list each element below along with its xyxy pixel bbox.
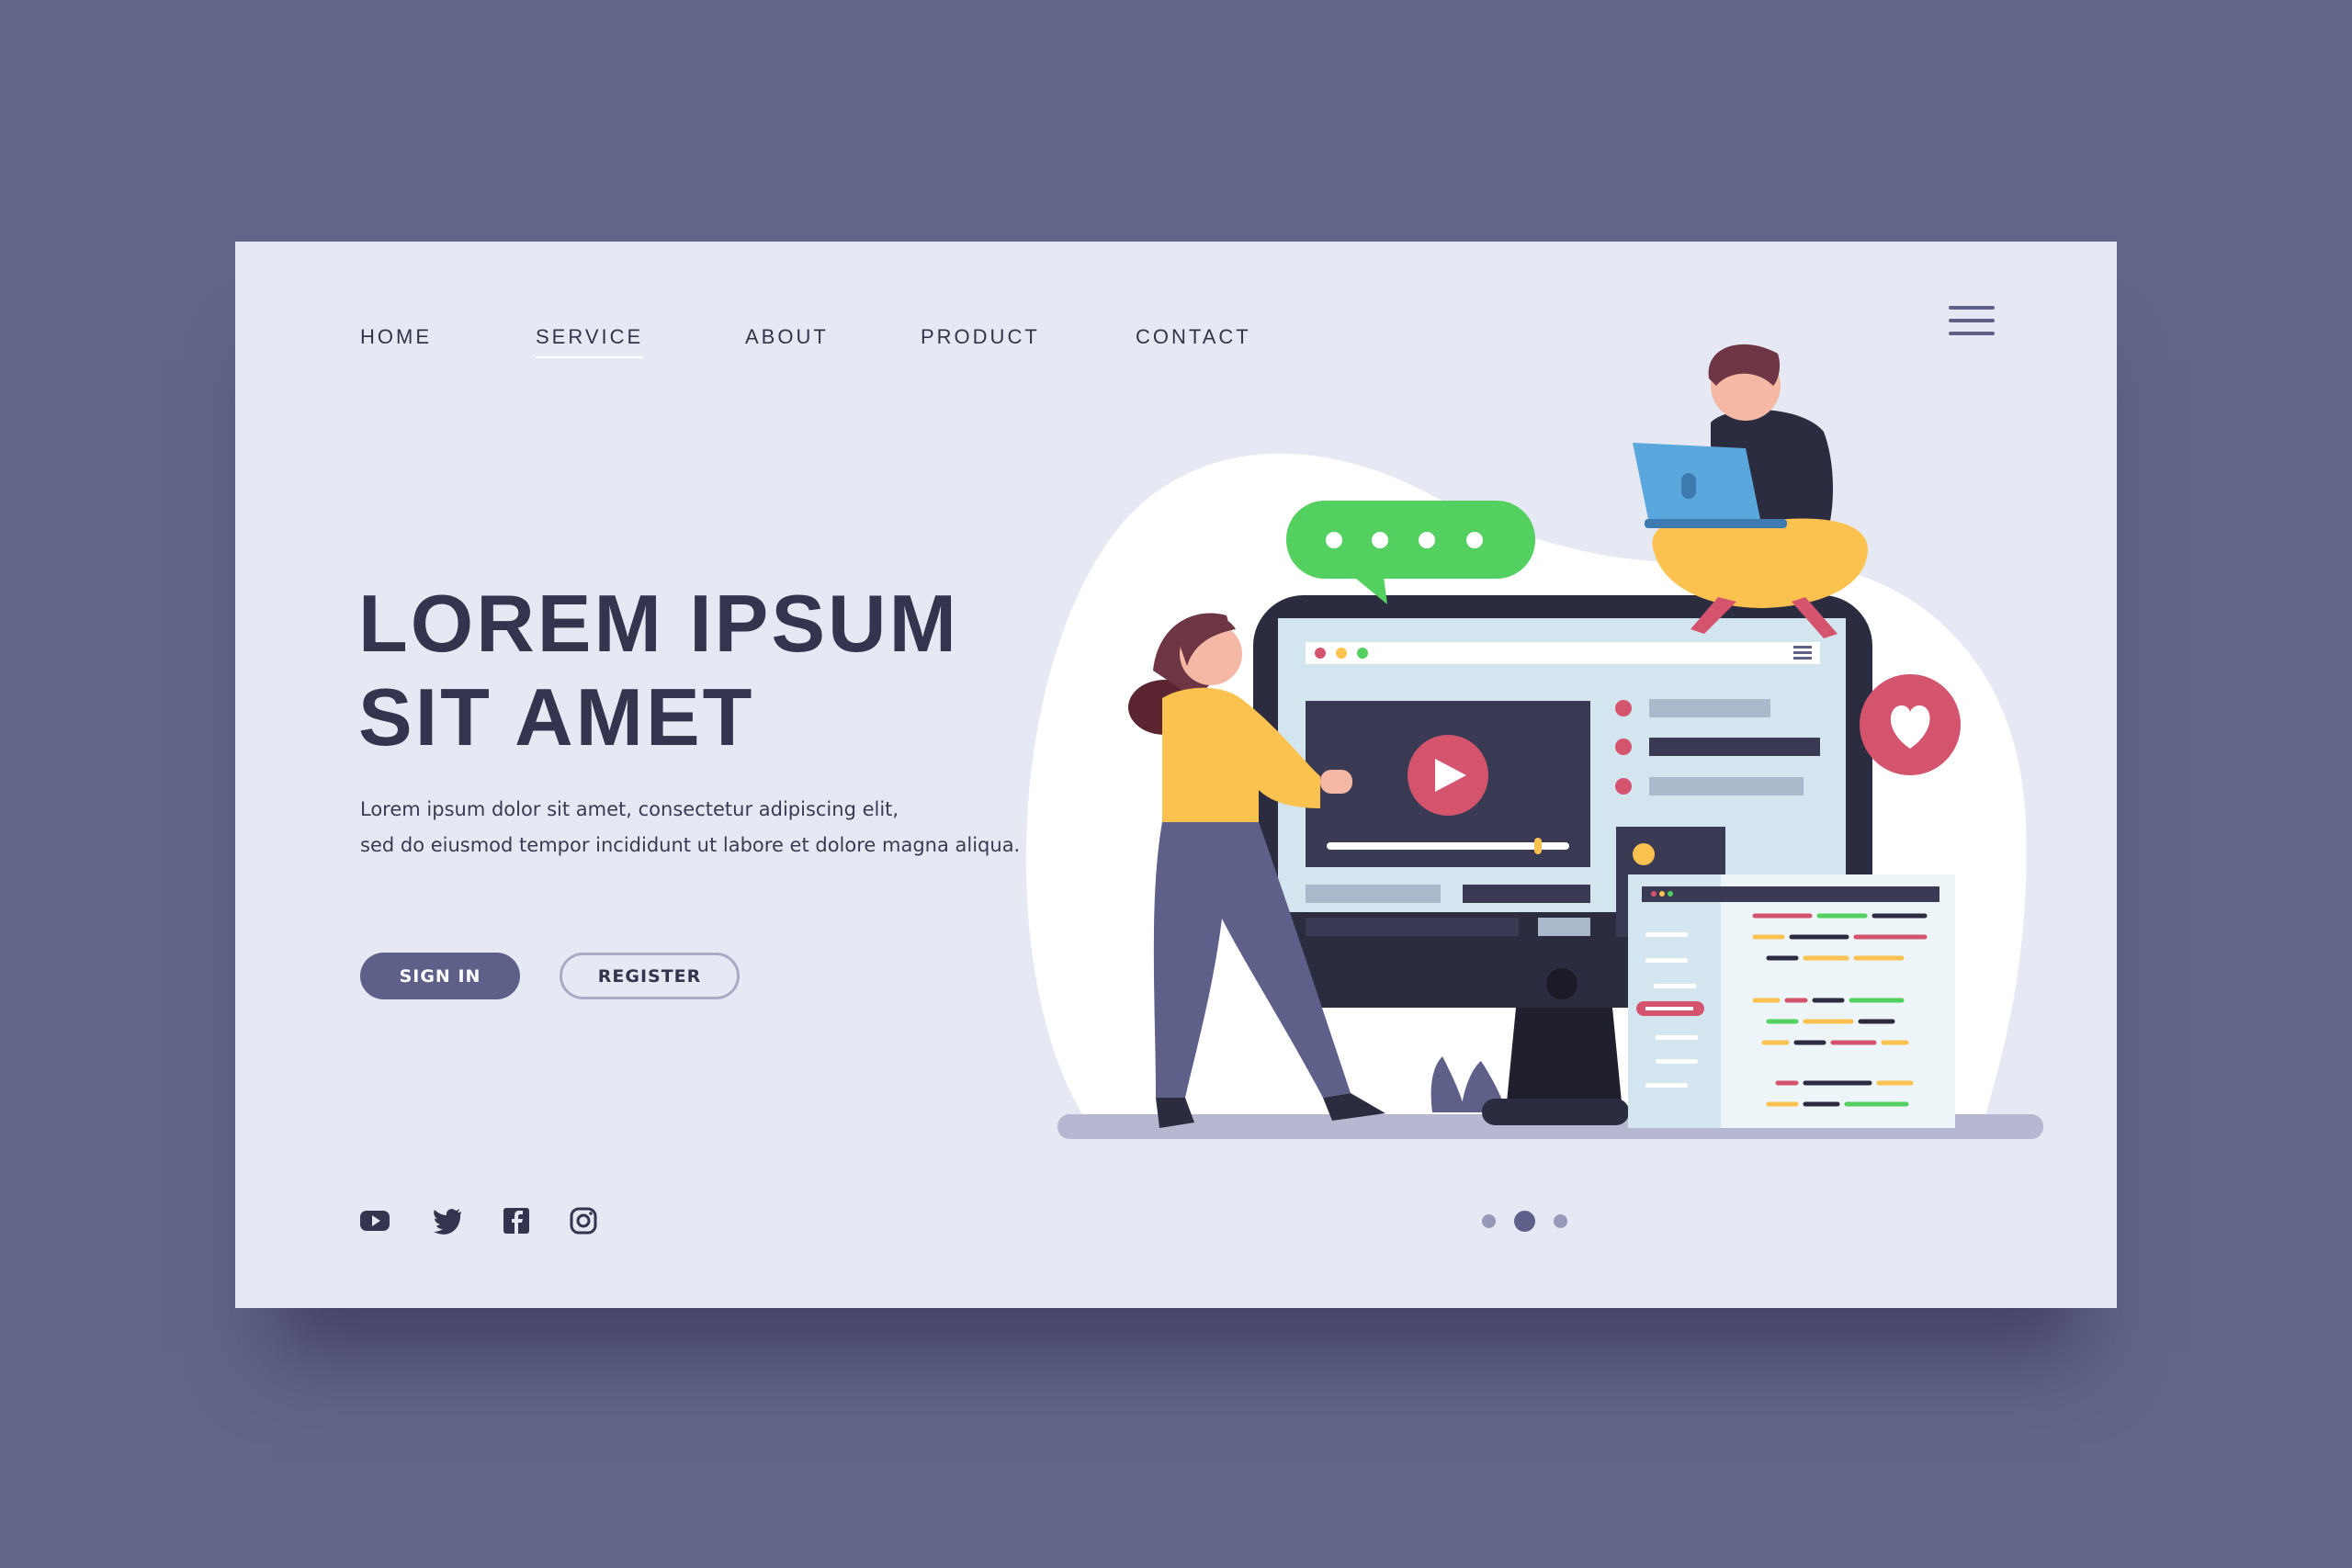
nav-product[interactable]: PRODUCT — [921, 325, 1040, 349]
facebook-icon[interactable] — [501, 1205, 532, 1236]
pagination-dot-1[interactable] — [1482, 1214, 1496, 1228]
instagram-icon[interactable] — [568, 1205, 599, 1236]
hero-title-line2: SIT AMET — [358, 671, 755, 762]
register-button[interactable]: REGISTER — [560, 953, 740, 999]
nav-about[interactable]: ABOUT — [745, 325, 829, 349]
landing-card — [235, 242, 2117, 1308]
hero-description: Lorem ipsum dolor sit amet, consectetur … — [360, 792, 1020, 863]
pagination-dot-3[interactable] — [1554, 1214, 1567, 1228]
nav-home[interactable]: HOME — [360, 325, 432, 349]
nav-contact[interactable]: CONTACT — [1136, 325, 1251, 349]
hero-title-line1: LOREM IPSUM — [358, 578, 959, 669]
nav-service[interactable]: SERVICE — [536, 325, 644, 358]
twitter-icon[interactable] — [432, 1205, 463, 1236]
hero-description-line2: sed do eiusmod tempor incididunt ut labo… — [360, 834, 1021, 856]
hamburger-icon[interactable] — [1949, 306, 1995, 335]
sign-in-button[interactable]: SIGN IN — [360, 953, 520, 999]
hero-description-line1: Lorem ipsum dolor sit amet, consectetur … — [360, 798, 899, 820]
youtube-icon[interactable] — [359, 1205, 390, 1236]
pagination-dot-2-active[interactable] — [1514, 1211, 1535, 1232]
hero-title: LOREM IPSUM SIT AMET — [358, 577, 959, 764]
